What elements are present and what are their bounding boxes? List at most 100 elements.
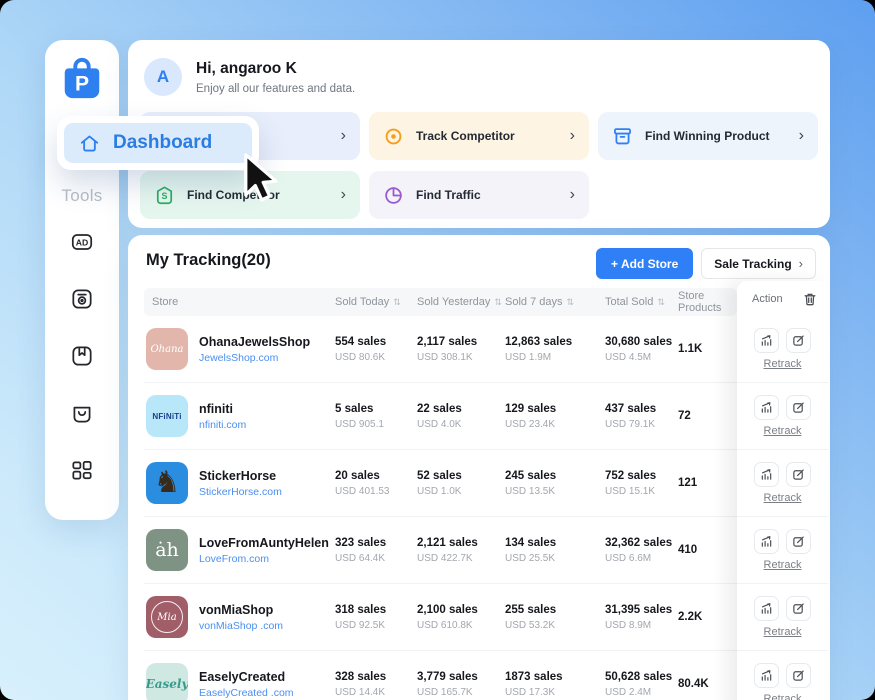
- analytics-button[interactable]: [754, 328, 779, 353]
- home-icon: [78, 132, 101, 155]
- column-header-total-sold[interactable]: Total Sold ⇅: [605, 296, 678, 308]
- box-icon: [612, 126, 633, 147]
- store-domain-link[interactable]: JewelsShop.com: [199, 352, 310, 364]
- shop-bag-icon[interactable]: [68, 399, 96, 427]
- ads-icon[interactable]: AD: [68, 228, 96, 256]
- bookmark-icon[interactable]: [68, 342, 96, 370]
- retrack-link[interactable]: Retrack: [764, 693, 802, 700]
- retrack-link[interactable]: Retrack: [764, 425, 802, 437]
- sold-yesterday-cell: 2,117 salesUSD 308.1K: [417, 336, 505, 363]
- edit-icon: [792, 468, 805, 481]
- action-column-panel: Action Retrack Retrack: [737, 281, 828, 700]
- store-domain-link[interactable]: nfiniti.com: [199, 419, 246, 431]
- store-domain-link[interactable]: LoveFrom.com: [199, 553, 329, 565]
- total-sold-cell: 752 salesUSD 15.1K: [605, 470, 678, 497]
- trash-icon: [803, 292, 817, 306]
- sold-yesterday-cell: 2,121 salesUSD 422.7K: [417, 537, 505, 564]
- svg-text:S: S: [162, 191, 168, 201]
- my-tracking-panel: My Tracking(20) + Add Store Sale Trackin…: [128, 235, 830, 700]
- track-store-icon[interactable]: [68, 285, 96, 313]
- edit-button[interactable]: [786, 529, 811, 554]
- edit-button[interactable]: [786, 663, 811, 688]
- chart-icon: [760, 669, 773, 682]
- table-row: Ohana OhanaJewelsShop JewelsShop.com 554…: [144, 316, 737, 383]
- chart-icon: [760, 602, 773, 615]
- sort-icon: ⇅: [393, 297, 401, 308]
- store-name: LoveFromAuntyHelen: [199, 536, 329, 550]
- retrack-link[interactable]: Retrack: [764, 626, 802, 638]
- store-products-cell: 80.4K: [678, 678, 737, 690]
- edit-button[interactable]: [786, 328, 811, 353]
- store-products-cell: 121: [678, 477, 737, 489]
- sidebar-item-dashboard[interactable]: Dashboard: [64, 123, 252, 163]
- app-window: P Tools AD: [0, 0, 875, 700]
- chart-icon: [760, 468, 773, 481]
- analytics-button[interactable]: [754, 596, 779, 621]
- store-avatar: NFiNiTi: [146, 395, 188, 437]
- pie-icon: [383, 185, 404, 206]
- sale-tracking-button[interactable]: Sale Tracking ›: [701, 248, 816, 279]
- delete-all-button[interactable]: [803, 292, 817, 306]
- action-cell: Retrack: [737, 383, 828, 450]
- feature-card[interactable]: Find Winning Product ›: [598, 112, 818, 160]
- total-sold-cell: 437 salesUSD 79.1K: [605, 403, 678, 430]
- column-header-sold-yesterday[interactable]: Sold Yesterday ⇅: [417, 296, 505, 308]
- action-cell: Retrack: [737, 316, 828, 383]
- feature-card[interactable]: Track Competitor ›: [369, 112, 589, 160]
- action-cell: Retrack: [737, 651, 828, 700]
- sort-icon: ⇅: [657, 297, 665, 308]
- store-avatar: Ohana: [146, 328, 188, 370]
- sold-today-cell: 323 salesUSD 64.4K: [335, 537, 417, 564]
- apps-icon[interactable]: [68, 456, 96, 484]
- store-domain-link[interactable]: vonMiaShop .com: [199, 620, 283, 632]
- table-row: NFiNiTi nfiniti nfiniti.com 5 salesUSD 9…: [144, 383, 737, 450]
- column-header-sold-7-days[interactable]: Sold 7 days ⇅: [505, 296, 605, 308]
- table-row: ♞ StickerHorse StickerHorse.com 20 sales…: [144, 450, 737, 517]
- action-cell: Retrack: [737, 450, 828, 517]
- sold-7days-cell: 134 salesUSD 25.5K: [505, 537, 605, 564]
- store-name: StickerHorse: [199, 469, 282, 483]
- analytics-button[interactable]: [754, 395, 779, 420]
- store-domain-link[interactable]: StickerHorse.com: [199, 486, 282, 498]
- dashboard-label: Dashboard: [113, 132, 212, 154]
- store-products-cell: 410: [678, 544, 737, 556]
- feature-card[interactable]: S Find Competitor ›: [140, 171, 360, 219]
- add-store-button[interactable]: + Add Store: [596, 248, 693, 279]
- chevron-right-icon: ›: [570, 128, 575, 144]
- tracking-title: My Tracking(20): [146, 251, 271, 270]
- edit-icon: [792, 401, 805, 414]
- edit-button[interactable]: [786, 462, 811, 487]
- edit-button[interactable]: [786, 596, 811, 621]
- edit-icon: [792, 669, 805, 682]
- sold-7days-cell: 129 salesUSD 23.4K: [505, 403, 605, 430]
- retrack-link[interactable]: Retrack: [764, 559, 802, 571]
- edit-button[interactable]: [786, 395, 811, 420]
- analytics-button[interactable]: [754, 462, 779, 487]
- svg-text:P: P: [75, 72, 89, 95]
- chevron-right-icon: ›: [570, 187, 575, 203]
- store-name: EaselyCreated: [199, 670, 294, 684]
- user-avatar: A: [144, 58, 182, 96]
- dashboard-nav-float: Dashboard: [57, 116, 259, 170]
- analytics-button[interactable]: [754, 529, 779, 554]
- store-products-cell: 72: [678, 410, 737, 422]
- analytics-button[interactable]: [754, 663, 779, 688]
- sold-7days-cell: 245 salesUSD 13.5K: [505, 470, 605, 497]
- store-products-cell: 1.1K: [678, 343, 737, 355]
- feature-card[interactable]: Find Traffic ›: [369, 171, 589, 219]
- store-name: vonMiaShop: [199, 603, 283, 617]
- target-icon: [383, 126, 404, 147]
- chart-icon: [760, 334, 773, 347]
- shop-shield-icon: S: [154, 185, 175, 206]
- table-row: ȧh LoveFromAuntyHelen LoveFrom.com 323 s…: [144, 517, 737, 584]
- edit-icon: [792, 334, 805, 347]
- sort-icon: ⇅: [494, 297, 502, 308]
- table-body: Ohana OhanaJewelsShop JewelsShop.com 554…: [144, 316, 737, 700]
- store-domain-link[interactable]: EaselyCreated .com: [199, 687, 294, 699]
- retrack-link[interactable]: Retrack: [764, 492, 802, 504]
- sold-today-cell: 318 salesUSD 92.5K: [335, 604, 417, 631]
- sold-yesterday-cell: 52 salesUSD 1.0K: [417, 470, 505, 497]
- edit-icon: [792, 535, 805, 548]
- column-header-sold-today[interactable]: Sold Today ⇅: [335, 296, 417, 308]
- retrack-link[interactable]: Retrack: [764, 358, 802, 370]
